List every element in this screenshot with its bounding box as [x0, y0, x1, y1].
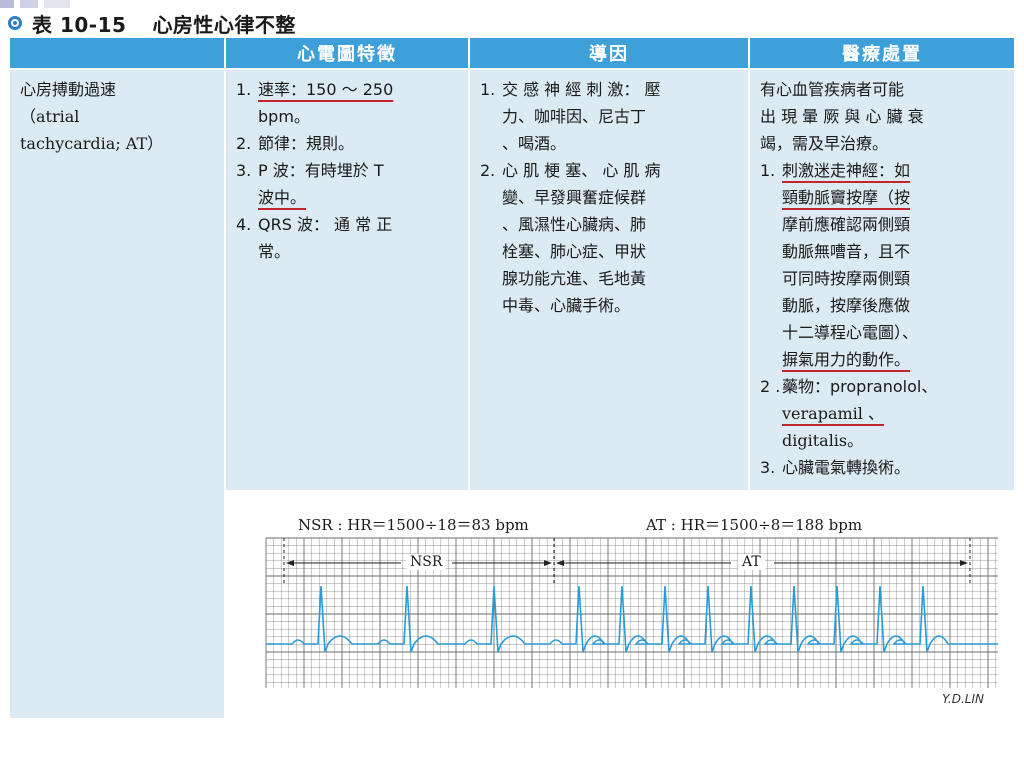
header-causes: 導因 — [470, 38, 748, 68]
ecg-strip — [265, 537, 998, 688]
ecg-feature-item: 4. QRS 波： 通 常 正常。 — [236, 215, 393, 261]
ecg-label-at: AT — [738, 554, 765, 570]
treatment-item: 2 . 藥物：propranolol、 verapamil 、 digitali… — [760, 377, 938, 450]
grid-line — [748, 38, 750, 492]
row-name-en: （atrial — [20, 107, 80, 126]
treatment-item: 3. 心臟電氣轉換術。 — [760, 458, 911, 477]
bullet-circle-icon — [8, 16, 22, 30]
cause-item: 2. 心 肌 梗 塞、 心 肌 病變、早發興奮症候群 、風濕性心臟病、肺 栓塞、肺… — [480, 161, 661, 315]
ecg-feature-item: 2. 節律：規則。 — [236, 134, 355, 153]
cause-item: 1. 交 感 神 經 刺 激： 壓力、咖啡因、尼古丁 、喝酒。 — [480, 80, 661, 153]
row-name-zh: 心房搏動過速 — [20, 80, 117, 99]
ecg-feature-item: 1. 速率：150 ～ 250 bpm。 — [236, 80, 394, 126]
treatment-intro: 有心血管疾病者可能出 現 暈 厥 與 心 臟 衰竭，需及早治療。 — [760, 80, 924, 153]
ecg-segment-arrows — [283, 538, 971, 584]
grid-line — [468, 38, 470, 492]
header-blank — [10, 38, 224, 68]
author-signature: Y.D.LIN — [942, 692, 984, 706]
header-ecg-features: 心電圖特徵 — [226, 38, 468, 68]
arrhythmia-table: 心電圖特徵 導因 醫療處置 心房搏動過速 （atrial tachycardia… — [10, 38, 1014, 718]
ecg-grid — [265, 537, 998, 688]
ecg-features-cell: 1. 速率：150 ～ 250 bpm。 2. 節律：規則。 3. P 波：有時埋… — [236, 76, 464, 265]
ecg-strip-panel: NSR : HR＝1500÷18＝83 bpm AT : HR＝1500÷8＝1… — [226, 492, 1014, 718]
ecg-feature-item: 3. P 波：有時埋於 T 波中。 — [236, 161, 384, 207]
table-number: 表 10-15 — [32, 12, 127, 37]
row-name-en: tachycardia; AT） — [20, 134, 164, 153]
corner-decoration — [0, 0, 70, 8]
causes-cell: 1. 交 感 神 經 刺 激： 壓力、咖啡因、尼古丁 、喝酒。 2. 心 肌 梗 … — [480, 76, 744, 319]
table-title: 表 10-15 心房性心律不整 — [8, 10, 296, 37]
ecg-trace — [266, 585, 998, 653]
table-title-text: 心房性心律不整 — [152, 12, 296, 37]
ecg-label-nsr: NSR — [406, 554, 447, 570]
row-name-cell: 心房搏動過速 （atrial tachycardia; AT） — [20, 76, 220, 157]
grid-line — [10, 68, 1014, 70]
treatment-item: 1. 刺激迷走神經：如 頸動脈竇按摩（按 摩前應確認兩側頸 動脈無嘈音，且不 可同… — [760, 161, 919, 369]
header-treatment: 醫療處置 — [750, 38, 1014, 68]
treatment-cell: 有心血管疾病者可能出 現 暈 厥 與 心 臟 衰竭，需及早治療。 1. 刺激迷走… — [760, 76, 1012, 481]
